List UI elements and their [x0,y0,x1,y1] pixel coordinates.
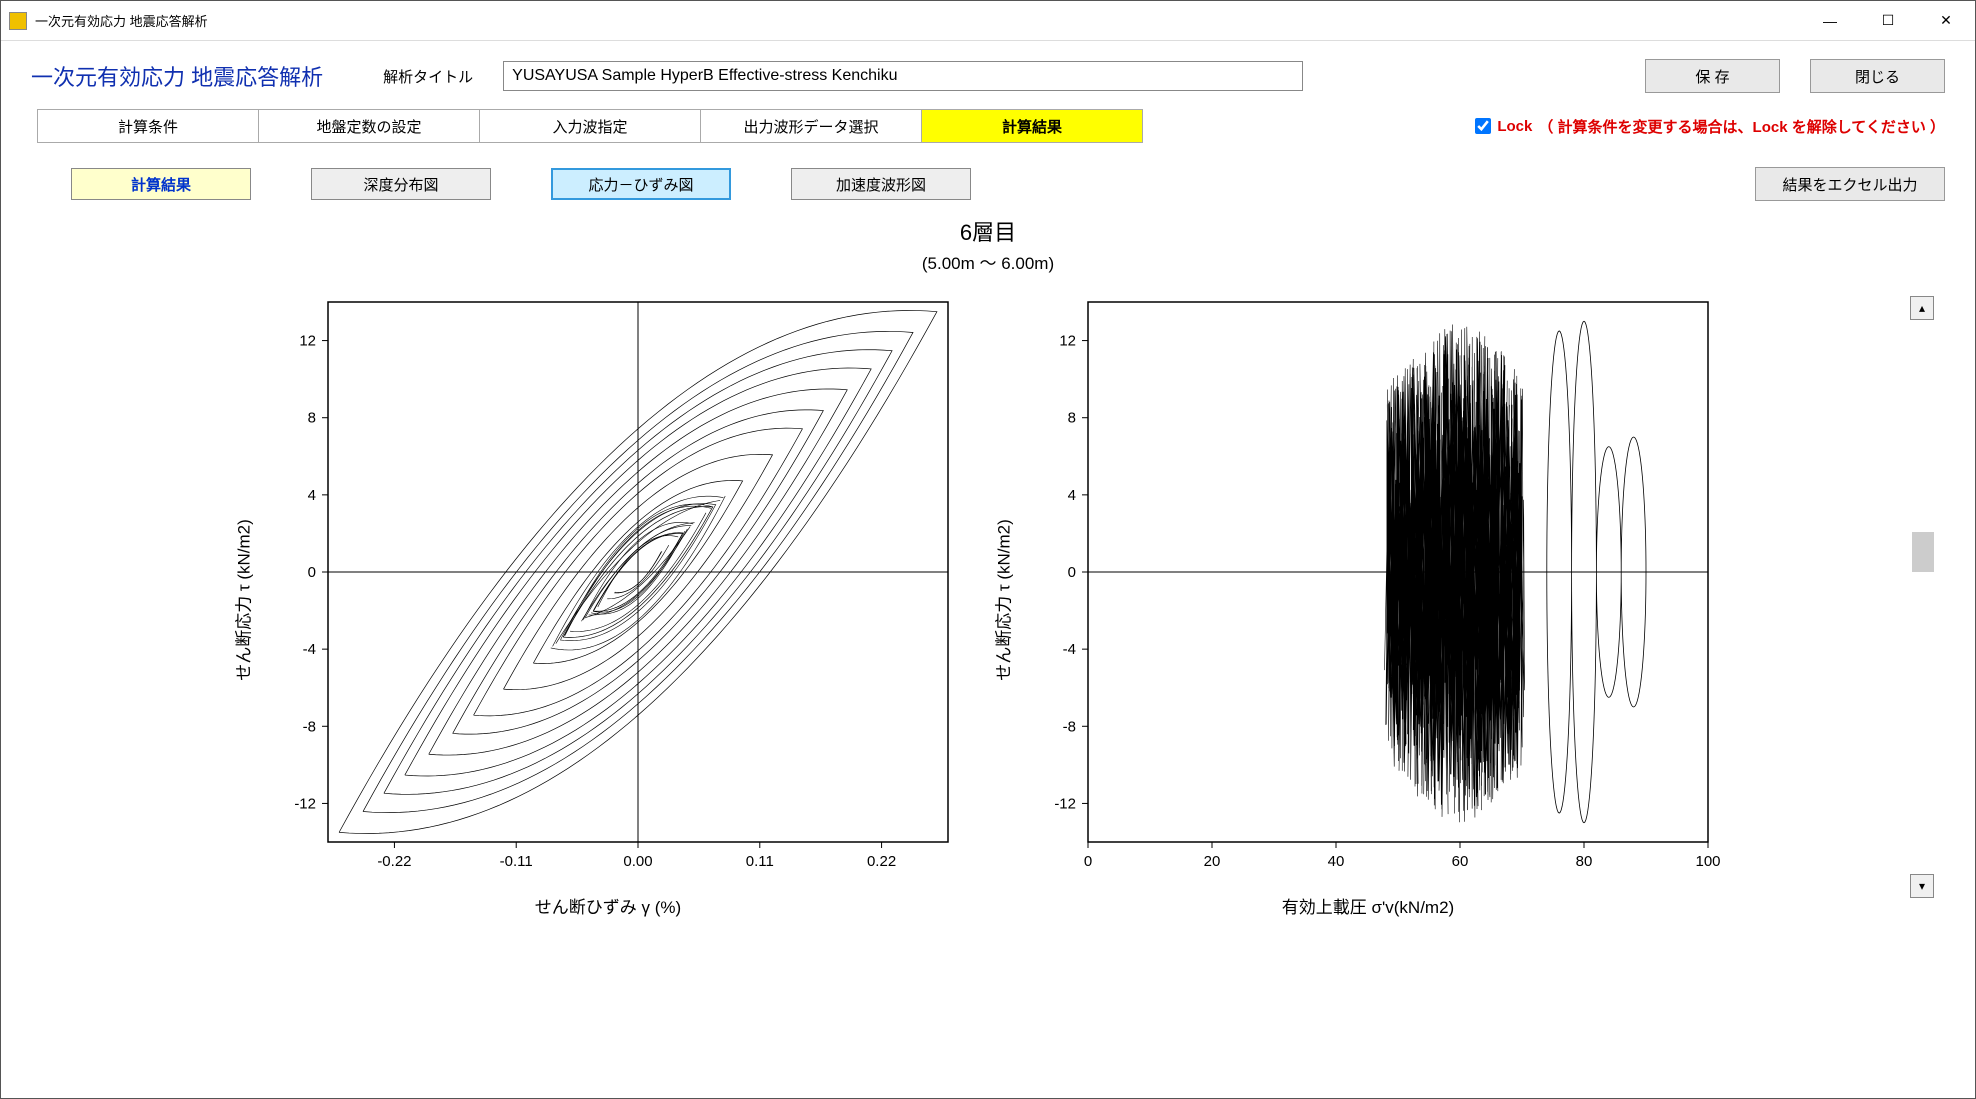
svg-text:0.22: 0.22 [867,853,896,870]
svg-text:0.11: 0.11 [746,853,774,870]
analysis-title-label: 解析タイトル [383,66,473,87]
svg-text:12: 12 [299,333,316,350]
app-heading: 一次元有効応力 地震応答解析 [31,60,323,92]
tab-soil-constants[interactable]: 地盤定数の設定 [258,109,480,143]
svg-text:-8: -8 [1063,718,1076,735]
chart2-xlabel: 有効上載圧 σ'v(kN/m2) [1008,893,1728,918]
subtab-stress-strain[interactable]: 応力－ひずみ図 [551,168,731,200]
chart1-svg: -0.22 -0.11 0.00 0.11 0.22 -12 -8 -4 0 4 8 12 [248,282,968,882]
svg-text:8: 8 [1068,410,1076,427]
svg-text:80: 80 [1576,853,1593,870]
chart-subtitle: (5.00m ～ 6.00m) [31,249,1945,274]
lock-note: （ 計算条件を変更する場合は、Lock を解除してください ） [1538,116,1945,137]
svg-text:-8: -8 [303,718,316,735]
tab-output-wave[interactable]: 出力波形データ選択 [700,109,922,143]
svg-text:-12: -12 [1054,795,1076,812]
scroll-up-button[interactable]: ▴ [1910,296,1934,320]
content-area: 6層目 (5.00m ～ 6.00m) せん断応力 τ (kN/m2) -0.2… [1,209,1975,1098]
svg-text:0.00: 0.00 [623,853,652,870]
svg-text:0: 0 [1084,853,1092,870]
svg-text:-0.11: -0.11 [500,853,533,870]
subtab-depth[interactable]: 深度分布図 [311,168,491,200]
header-row: 一次元有効応力 地震応答解析 解析タイトル 保 存 閉じる [1,41,1975,103]
chart1-ylabel: せん断応力 τ (kN/m2) [230,519,255,681]
svg-text:40: 40 [1328,853,1345,870]
svg-text:-12: -12 [294,795,316,812]
svg-text:4: 4 [1068,487,1076,504]
svg-text:8: 8 [308,410,316,427]
tab-results[interactable]: 計算結果 [921,109,1143,143]
close-window-button[interactable]: ✕ [1917,1,1975,41]
svg-text:0: 0 [308,564,316,581]
tab-conditions[interactable]: 計算条件 [37,109,259,143]
export-excel-button[interactable]: 結果をエクセル出力 [1755,167,1945,201]
svg-text:20: 20 [1204,853,1221,870]
svg-text:100: 100 [1695,853,1720,870]
chart-title: 6層目 [31,215,1945,247]
tab-input-wave[interactable]: 入力波指定 [479,109,701,143]
titlebar: 一次元有効応力 地震応答解析 ― ☐ ✕ [1,1,1975,41]
chart-stress-strain: せん断応力 τ (kN/m2) -0.22-0.110.000.110.22-1… [248,282,968,918]
subtab-results[interactable]: 計算結果 [71,168,251,200]
close-button[interactable]: 閉じる [1810,59,1945,93]
chart1-xlabel: せん断ひずみ γ (%) [248,893,968,918]
chart2-ylabel: せん断応力 τ (kN/m2) [990,519,1015,681]
svg-text:0: 0 [1068,564,1076,581]
scroll-thumb[interactable] [1912,532,1934,572]
scroll-down-button[interactable]: ▾ [1910,874,1934,898]
svg-text:-0.22: -0.22 [377,853,411,870]
lock-checkbox[interactable] [1475,118,1491,134]
subtab-accel-wave[interactable]: 加速度波形図 [791,168,971,200]
lock-label: Lock [1497,118,1532,135]
app-icon [9,12,27,30]
svg-text:12: 12 [1059,333,1076,350]
svg-text:4: 4 [308,487,316,504]
minimize-button[interactable]: ― [1801,1,1859,41]
save-button[interactable]: 保 存 [1645,59,1780,93]
svg-text:-4: -4 [1063,641,1076,658]
svg-text:60: 60 [1452,853,1469,870]
chart2-svg: 0 20 40 60 80 100 -12 -8 -4 0 4 8 12 [1008,282,1728,882]
subtabs: 計算結果 深度分布図 応力－ひずみ図 加速度波形図 結果をエクセル出力 [1,149,1975,209]
maximize-button[interactable]: ☐ [1859,1,1917,41]
svg-text:-4: -4 [303,641,316,658]
main-tabs: 計算条件 地盤定数の設定 入力波指定 出力波形データ選択 計算結果 Lock （… [1,103,1975,149]
analysis-title-input[interactable] [503,61,1303,91]
chart-stress-path: せん断応力 τ (kN/m2) 020406080100-12-8-404812… [1008,282,1728,918]
titlebar-text: 一次元有効応力 地震応答解析 [35,11,208,30]
